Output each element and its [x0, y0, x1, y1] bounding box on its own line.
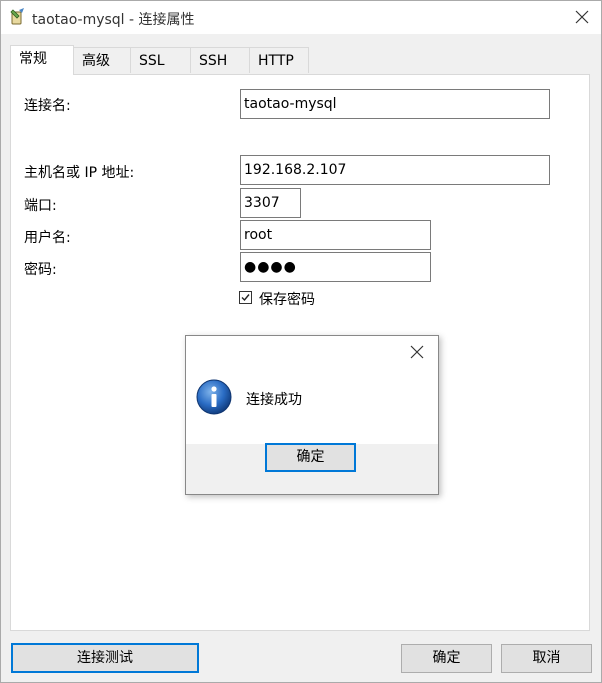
- user-label: 用户名:: [24, 230, 71, 246]
- message-dialog: 连接成功 确定: [185, 335, 439, 495]
- tab-general-label: 常规: [19, 51, 47, 67]
- cancel-button-label: 取消: [532, 650, 561, 666]
- save-password-label: 保存密码: [259, 292, 315, 308]
- tab-strip: 常规 高级 SSL SSH HTTP: [10, 45, 600, 75]
- tab-http[interactable]: HTTP: [249, 47, 309, 73]
- test-connection-button[interactable]: 连接测试: [11, 643, 199, 673]
- ok-button[interactable]: 确定: [401, 644, 492, 673]
- tab-ssl[interactable]: SSL: [130, 47, 191, 73]
- connection-name-value: taotao-mysql: [244, 96, 337, 112]
- password-value: ●●●●: [244, 259, 297, 275]
- user-input[interactable]: root: [240, 220, 431, 250]
- cancel-button[interactable]: 取消: [501, 644, 592, 673]
- info-icon: [196, 379, 232, 415]
- tab-ssh[interactable]: SSH: [190, 47, 250, 73]
- dialog-body: 连接成功: [186, 369, 438, 444]
- connection-name-label: 连接名:: [24, 98, 71, 114]
- ok-button-label: 确定: [432, 650, 461, 666]
- close-icon[interactable]: [573, 8, 591, 26]
- tab-ssh-label: SSH: [199, 53, 228, 69]
- tab-general[interactable]: 常规: [10, 45, 74, 75]
- tab-advanced-label: 高级: [82, 53, 110, 69]
- host-value: 192.168.2.107: [244, 162, 347, 178]
- password-input[interactable]: ●●●●: [240, 252, 431, 282]
- password-label: 密码:: [24, 262, 57, 278]
- user-value: root: [244, 227, 273, 243]
- connection-name-input[interactable]: taotao-mysql: [240, 89, 550, 119]
- host-label: 主机名或 IP 地址:: [24, 165, 135, 181]
- dialog-message: 连接成功: [246, 392, 302, 408]
- port-input[interactable]: 3307: [240, 188, 301, 218]
- database-connection-icon: [10, 8, 24, 25]
- tab-http-label: HTTP: [258, 53, 294, 69]
- tab-ssl-label: SSL: [139, 53, 165, 69]
- tab-advanced[interactable]: 高级: [73, 47, 131, 73]
- port-label: 端口:: [24, 198, 57, 214]
- port-value: 3307: [244, 195, 280, 211]
- checkmark-icon: [241, 294, 250, 302]
- dialog-close-icon[interactable]: [410, 345, 424, 359]
- test-connection-label: 连接测试: [77, 650, 133, 666]
- host-input[interactable]: 192.168.2.107: [240, 155, 550, 185]
- dialog-ok-button[interactable]: 确定: [265, 443, 356, 472]
- window-title: taotao-mysql - 连接属性: [32, 12, 195, 28]
- dialog-ok-label: 确定: [296, 449, 325, 465]
- save-password-check-box[interactable]: [239, 291, 252, 304]
- dialog-title-bar: [186, 336, 438, 369]
- title-bar: taotao-mysql - 连接属性: [1, 1, 601, 34]
